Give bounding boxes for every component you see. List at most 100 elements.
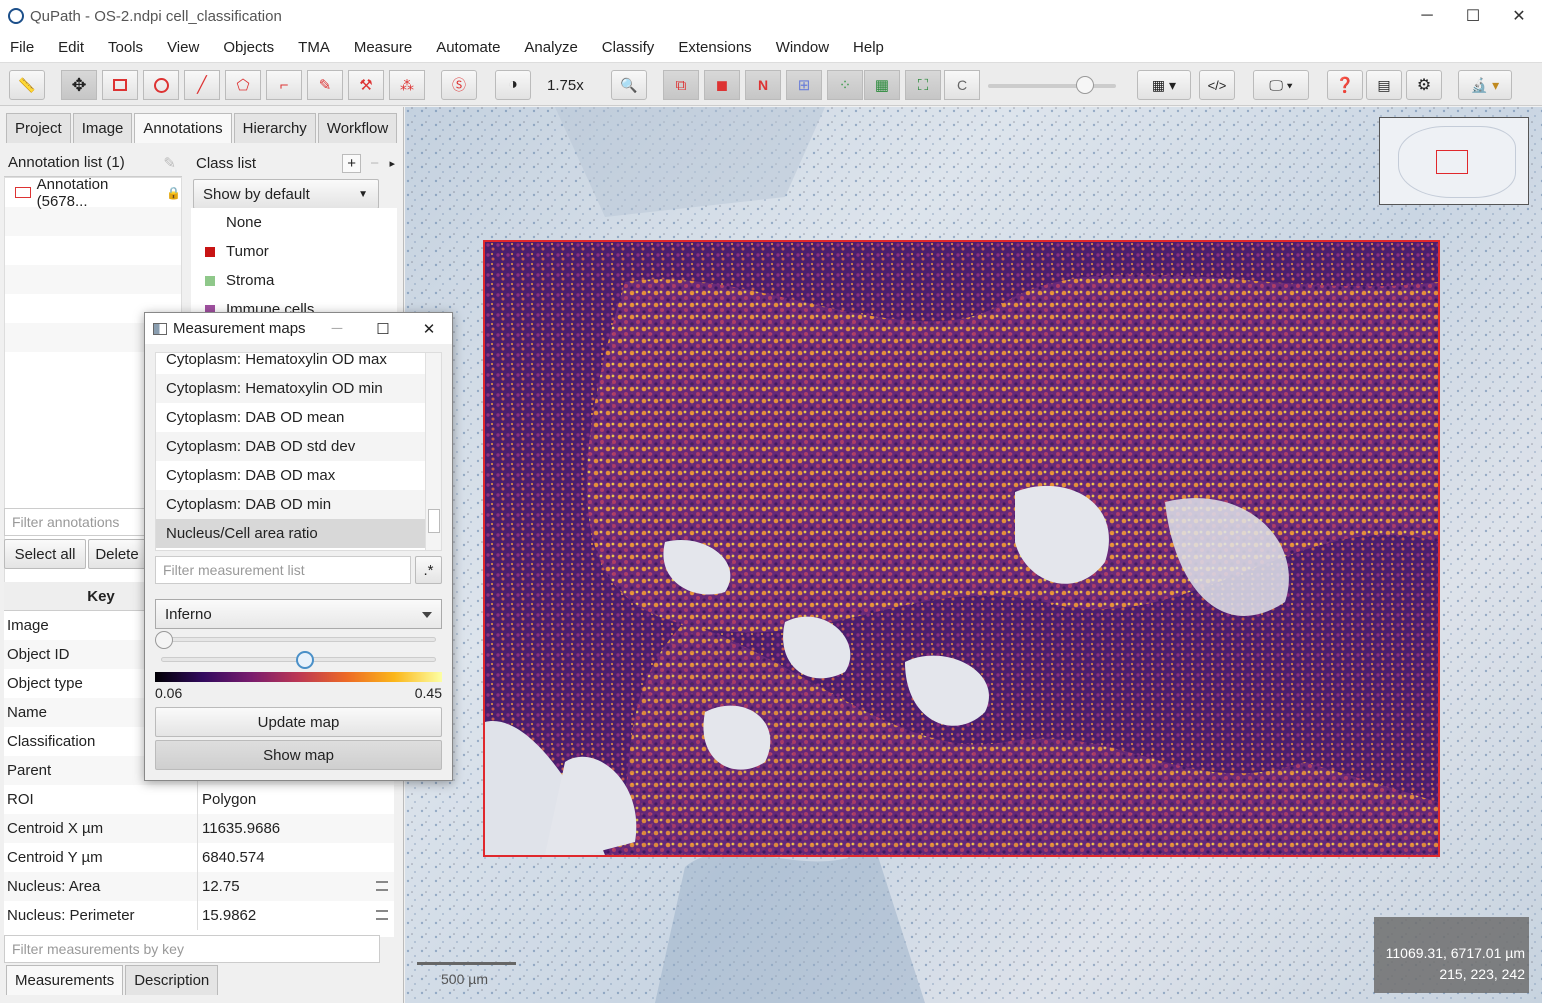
script-editor-button[interactable]: </> bbox=[1199, 70, 1235, 100]
regex-toggle-button[interactable]: .* bbox=[415, 556, 442, 584]
overview-thumbnail[interactable] bbox=[1379, 117, 1529, 205]
more-options-icon[interactable]: ▸ bbox=[389, 157, 395, 170]
table-row[interactable]: Centroid X µm 11635.9686 bbox=[4, 814, 394, 843]
histogram-list-icon[interactable] bbox=[376, 881, 388, 891]
help-button[interactable]: ❓ bbox=[1327, 70, 1363, 100]
table-row[interactable]: ROI Polygon bbox=[4, 785, 394, 814]
image-viewer[interactable]: 500 µm 11069.31, 6717.01 µm 215, 223, 24… bbox=[405, 107, 1542, 1003]
list-item[interactable]: Cytoplasm: Hematoxylin OD max bbox=[156, 353, 426, 374]
class-display-dropdown[interactable]: Show by default ▼ bbox=[193, 179, 379, 209]
move-tool-button[interactable]: ✥ bbox=[61, 70, 97, 100]
opacity-slider-thumb[interactable] bbox=[1076, 76, 1094, 94]
log-button[interactable]: ▤ bbox=[1366, 70, 1402, 100]
preferences-button[interactable]: ⚙ bbox=[1406, 70, 1442, 100]
menu-classify[interactable]: Classify bbox=[602, 39, 655, 56]
menu-edit[interactable]: Edit bbox=[58, 39, 84, 56]
list-item[interactable]: Cytoplasm: DAB OD mean bbox=[156, 403, 426, 432]
add-class-icon[interactable]: + bbox=[342, 153, 361, 173]
delete-button[interactable]: Delete bbox=[88, 539, 146, 569]
list-item[interactable]: Annotation (5678... 🔒 bbox=[5, 176, 181, 210]
menu-analyze[interactable]: Analyze bbox=[524, 39, 577, 56]
fill-detections-button[interactable]: ▦ bbox=[864, 70, 900, 100]
list-item[interactable]: Cytoplasm: Hematoxylin OD min bbox=[156, 374, 426, 403]
menu-tma[interactable]: TMA bbox=[298, 39, 330, 56]
filter-measurements-input[interactable]: Filter measurements by key bbox=[4, 935, 380, 963]
analysis-pane-toggle-button[interactable]: 📏 bbox=[9, 70, 45, 100]
class-item-none[interactable]: None bbox=[191, 208, 397, 237]
menu-window[interactable]: Window bbox=[776, 39, 829, 56]
tab-description[interactable]: Description bbox=[125, 965, 219, 995]
class-item-tumor[interactable]: Tumor bbox=[191, 237, 397, 266]
list-item[interactable]: Cytoplasm: DAB OD min bbox=[156, 490, 426, 519]
colormap-select[interactable]: Inferno bbox=[155, 599, 442, 629]
annotation-rectangle-overlay[interactable] bbox=[483, 240, 1440, 857]
table-row[interactable]: Nucleus: Area 12.75 bbox=[4, 872, 394, 901]
list-item[interactable]: Cytoplasm: DAB OD std dev bbox=[156, 432, 426, 461]
tab-annotations[interactable]: Annotations bbox=[134, 113, 232, 143]
list-item-selected[interactable]: Nucleus/Cell area ratio bbox=[156, 519, 426, 548]
rectangle-tool-button[interactable] bbox=[102, 70, 138, 100]
brightness-contrast-button[interactable]: ◑ bbox=[495, 70, 531, 100]
show-names-button[interactable]: N bbox=[745, 70, 781, 100]
class-list[interactable]: None Tumor Stroma Immune cells bbox=[191, 208, 397, 318]
selection-mode-button[interactable]: Ⓢ bbox=[441, 70, 477, 100]
show-pixel-classification-button[interactable]: C bbox=[944, 70, 980, 100]
show-detections-button[interactable]: ⁘ bbox=[827, 70, 863, 100]
names-icon: N bbox=[757, 77, 769, 93]
menu-file[interactable]: File bbox=[10, 39, 34, 56]
tab-hierarchy[interactable]: Hierarchy bbox=[233, 113, 316, 143]
update-map-button[interactable]: Update map bbox=[155, 707, 442, 737]
menu-objects[interactable]: Objects bbox=[223, 39, 274, 56]
maximize-button[interactable]: ☐ bbox=[1450, 0, 1496, 32]
remove-class-icon[interactable]: − bbox=[370, 155, 379, 172]
ellipse-tool-button[interactable] bbox=[143, 70, 179, 100]
table-row[interactable]: Nucleus: Perimeter 15.9862 bbox=[4, 901, 394, 930]
minimize-button[interactable]: ─ bbox=[1404, 0, 1450, 32]
line-tool-button[interactable]: ╱ bbox=[184, 70, 220, 100]
opacity-slider-track[interactable] bbox=[988, 84, 1116, 88]
zoom-to-fit-button[interactable]: 🔍 bbox=[611, 70, 647, 100]
polyline-tool-button[interactable]: ⌐ bbox=[266, 70, 302, 100]
extensions-dropdown[interactable]: 🔬 ▾ bbox=[1458, 70, 1512, 100]
show-map-button[interactable]: Show map bbox=[155, 740, 442, 770]
fill-annotations-button[interactable]: ◼ bbox=[704, 70, 740, 100]
tab-measurements[interactable]: Measurements bbox=[6, 965, 124, 995]
menu-view[interactable]: View bbox=[167, 39, 199, 56]
points-tool-button[interactable]: ⁂ bbox=[389, 70, 425, 100]
menu-automate[interactable]: Automate bbox=[436, 39, 500, 56]
show-tma-grid-button[interactable]: ⊞ bbox=[786, 70, 822, 100]
measurement-list[interactable]: Cytoplasm: Hematoxylin OD max Cytoplasm:… bbox=[155, 352, 442, 551]
class-item-stroma[interactable]: Stroma bbox=[191, 266, 397, 295]
menu-tools[interactable]: Tools bbox=[108, 39, 143, 56]
annotation-list-title: Annotation list (1) bbox=[8, 154, 125, 171]
show-connections-button[interactable]: ⛶ bbox=[905, 70, 941, 100]
scrollbar-thumb[interactable] bbox=[428, 509, 440, 533]
tab-project[interactable]: Project bbox=[6, 113, 71, 143]
tab-workflow[interactable]: Workflow bbox=[317, 113, 398, 143]
menu-help[interactable]: Help bbox=[853, 39, 884, 56]
viewer-display-dropdown[interactable]: 🖵 ▾ bbox=[1253, 70, 1309, 100]
min-value-slider-thumb[interactable] bbox=[155, 631, 173, 649]
dialog-title-bar[interactable]: Measurement maps ─ ☐ ✕ bbox=[145, 313, 452, 344]
grid-overlay-dropdown[interactable]: ▦ ▾ bbox=[1137, 70, 1191, 100]
list-scrollbar[interactable] bbox=[425, 353, 441, 550]
minimize-button[interactable]: ─ bbox=[314, 313, 360, 344]
maximize-button[interactable]: ☐ bbox=[360, 313, 406, 344]
tab-image[interactable]: Image bbox=[72, 113, 133, 143]
min-value-slider[interactable] bbox=[161, 637, 436, 642]
list-item[interactable]: Cytoplasm: DAB OD max bbox=[156, 461, 426, 490]
max-value-slider-thumb[interactable] bbox=[296, 651, 315, 669]
select-all-button[interactable]: Select all bbox=[4, 539, 86, 569]
filter-measurement-list-input[interactable]: Filter measurement list bbox=[155, 556, 411, 584]
close-button[interactable]: ✕ bbox=[1496, 0, 1542, 32]
histogram-list-icon[interactable] bbox=[376, 910, 388, 920]
show-annotations-button[interactable]: ⧉ bbox=[663, 70, 699, 100]
polygon-tool-button[interactable]: ⬠ bbox=[225, 70, 261, 100]
table-row[interactable]: Centroid Y µm 6840.574 bbox=[4, 843, 394, 872]
close-button[interactable]: ✕ bbox=[406, 313, 452, 344]
menu-extensions[interactable]: Extensions bbox=[678, 39, 751, 56]
menu-measure[interactable]: Measure bbox=[354, 39, 412, 56]
wand-tool-button[interactable]: ⚒ bbox=[348, 70, 384, 100]
brush-tool-button[interactable]: ✎ bbox=[307, 70, 343, 100]
edit-icon[interactable]: ✎ bbox=[163, 154, 176, 172]
